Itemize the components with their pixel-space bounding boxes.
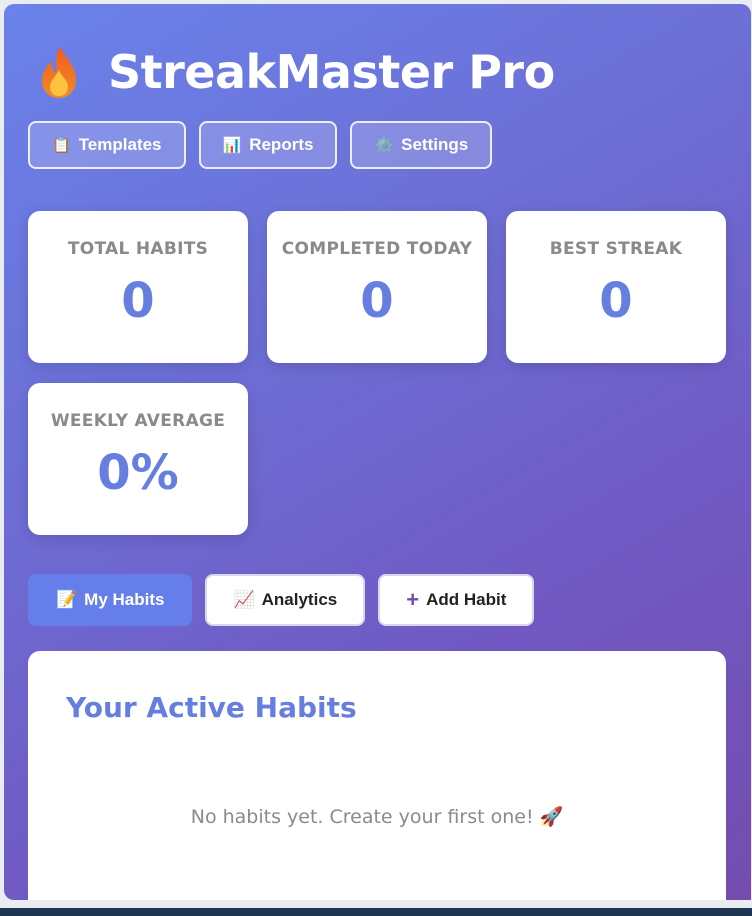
taskbar: [0, 908, 752, 916]
stat-card-completed-today: COMPLETED TODAY 0: [267, 211, 487, 363]
plus-icon: +: [406, 587, 420, 612]
app-window: StreakMaster Pro 📋 Templates 📊 Reports ⚙…: [4, 4, 751, 900]
templates-label: Templates: [78, 135, 162, 154]
app-header: StreakMaster Pro: [36, 40, 555, 104]
stat-value: 0: [360, 273, 394, 329]
stat-card-best-streak: BEST STREAK 0: [506, 211, 726, 363]
tab-label: Add Habit: [426, 590, 507, 609]
tab-add-habit[interactable]: + Add Habit: [378, 574, 535, 626]
stat-label: BEST STREAK: [549, 239, 683, 259]
reports-label: Reports: [249, 135, 314, 154]
flame-icon: [42, 46, 76, 98]
stat-card-weekly-average: WEEKLY AVERAGE 0%: [28, 383, 248, 535]
tab-label: Analytics: [261, 590, 338, 609]
panel-title: Your Active Habits: [66, 691, 357, 724]
stat-label: WEEKLY AVERAGE: [50, 411, 226, 431]
reports-button[interactable]: 📊 Reports: [198, 121, 338, 169]
settings-label: Settings: [401, 135, 469, 154]
stat-value: 0: [599, 273, 633, 329]
tab-label: My Habits: [84, 590, 165, 609]
stat-card-total-habits: TOTAL HABITS 0: [28, 211, 248, 363]
tab-bar: 📝 My Habits 📈 Analytics + Add Habit: [28, 574, 535, 626]
settings-button[interactable]: ⚙️ Settings: [350, 121, 493, 169]
memo-icon: 📝: [56, 590, 78, 609]
bar-chart-icon: 📊: [222, 137, 242, 154]
habits-panel: Your Active Habits No habits yet. Create…: [28, 651, 726, 900]
templates-button[interactable]: 📋 Templates: [28, 121, 186, 169]
stat-value: 0%: [97, 445, 179, 501]
stat-label: COMPLETED TODAY: [281, 239, 473, 259]
gear-icon: ⚙️: [374, 137, 394, 154]
stat-value: 0: [121, 273, 155, 329]
toolbar: 📋 Templates 📊 Reports ⚙️ Settings: [28, 121, 493, 169]
empty-state-message: No habits yet. Create your first one! 🚀: [190, 806, 564, 828]
app-title: StreakMaster Pro: [108, 45, 555, 99]
clipboard-icon: 📋: [52, 137, 71, 154]
stat-label: TOTAL HABITS: [67, 239, 209, 259]
tab-my-habits[interactable]: 📝 My Habits: [28, 574, 193, 626]
line-chart-icon: 📈: [233, 590, 255, 609]
tab-analytics[interactable]: 📈 Analytics: [205, 574, 366, 626]
